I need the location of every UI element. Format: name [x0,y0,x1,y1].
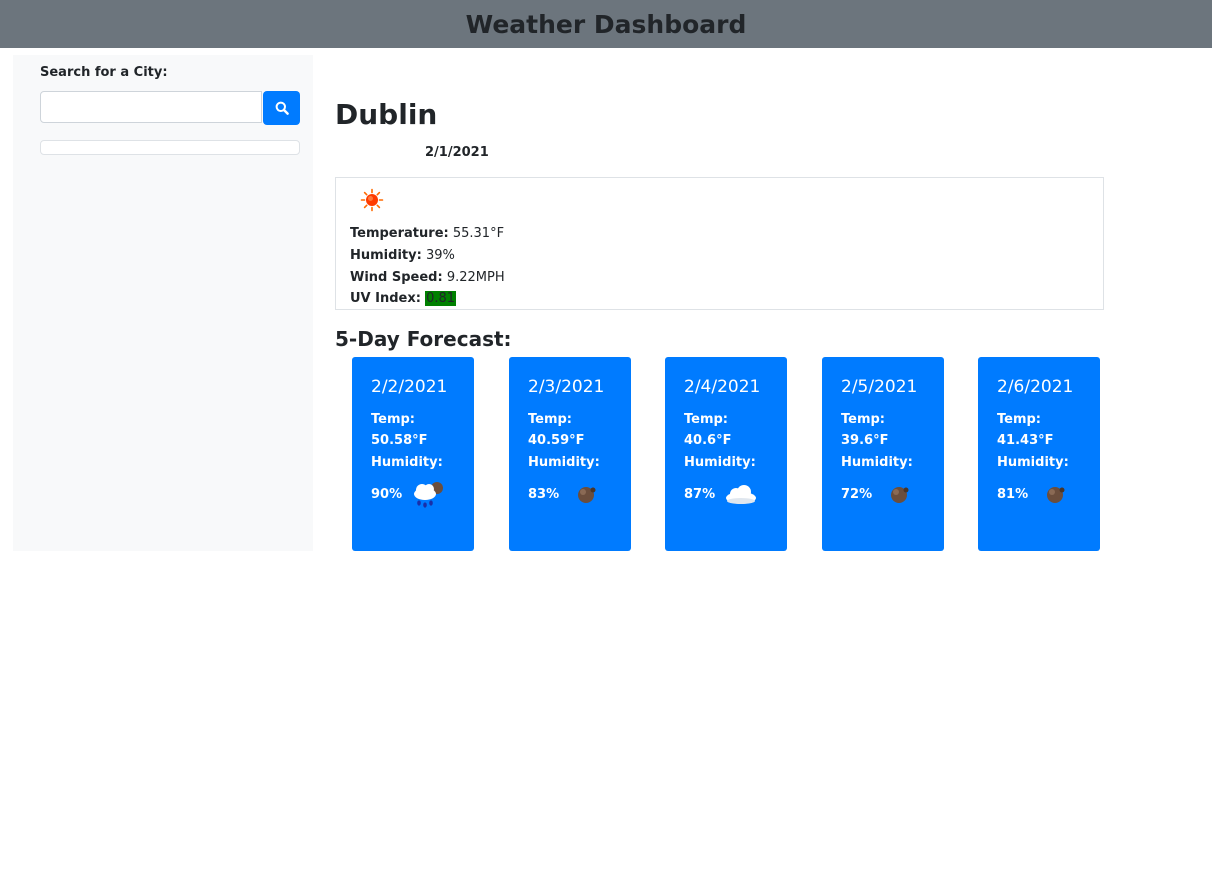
forecast-humidity-label: Humidity: [997,455,1069,470]
search-button[interactable] [263,91,300,125]
wind-value: 9.22MPH [446,270,505,285]
moon-icon [578,487,596,503]
uv-line: UV Index: 0.81 [350,291,457,306]
forecast-card-5: 2/6/2021 Temp: 41.43°F Humidity: 81% [978,357,1100,551]
temperature-line: Temperature: 55.31°F [350,226,504,241]
forecast-temp: 50.58°F [371,433,428,448]
forecast-humidity-label: Humidity: [841,455,913,470]
forecast-card-4: 2/5/2021 Temp: 39.6°F Humidity: 72% [822,357,944,551]
forecast-date: 2/2/2021 [371,377,448,397]
current-weather-panel: Temperature: 55.31°F Humidity: 39% Wind … [335,177,1104,310]
sun-icon [360,188,384,212]
moon-icon [891,487,909,503]
humidity-line: Humidity: 39% [350,248,455,263]
app-header: Weather Dashboard [0,0,1212,48]
forecast-card-3: 2/4/2021 Temp: 40.6°F Humidity: 87% [665,357,787,551]
forecast-temp-label: Temp: [684,412,729,427]
search-icon [275,101,289,115]
forecast-date: 2/6/2021 [997,377,1074,397]
forecast-humidity-label: Humidity: [371,455,443,470]
search-input[interactable] [40,91,262,123]
forecast-card-2: 2/3/2021 Temp: 40.59°F Humidity: 83% [509,357,631,551]
forecast-date: 2/5/2021 [841,377,918,397]
forecast-temp-label: Temp: [528,412,573,427]
forecast-humidity-label: Humidity: [528,455,600,470]
forecast-temp: 41.43°F [997,433,1054,448]
wind-line: Wind Speed: 9.22MPH [350,270,505,285]
moon-icon [1047,487,1065,503]
uv-badge: 0.81 [425,291,457,306]
forecast-title: 5-Day Forecast: [335,327,512,351]
forecast-temp-label: Temp: [997,412,1042,427]
city-name: Dublin [335,98,438,131]
forecast-date: 2/3/2021 [528,377,605,397]
forecast-humidity: 90% [371,487,403,502]
forecast-humidity: 72% [841,487,873,502]
forecast-humidity-label: Humidity: [684,455,756,470]
forecast-temp-label: Temp: [371,412,416,427]
forecast-date: 2/4/2021 [684,377,761,397]
forecast-temp: 39.6°F [841,433,889,448]
cloud-icon [726,485,756,504]
humidity-label: Humidity: [350,248,422,263]
humidity-value: 39% [425,248,455,263]
search-history-list [40,140,300,155]
forecast-temp-label: Temp: [841,412,886,427]
page-title: Weather Dashboard [465,9,747,39]
uv-label: UV Index: [350,291,421,306]
forecast-temp: 40.6°F [684,433,732,448]
wind-label: Wind Speed: [350,270,443,285]
search-sidebar: Search for a City: [13,55,313,551]
rain-cloud-icon [414,482,443,508]
forecast-card-1: 2/2/2021 Temp: 50.58°F Humidity: 90% [352,357,474,551]
forecast-temp: 40.59°F [528,433,585,448]
search-label: Search for a City: [40,65,168,80]
forecast-humidity: 87% [684,487,716,502]
current-date: 2/1/2021 [425,145,489,160]
temperature-value: 55.31°F [452,226,505,241]
forecast-humidity: 83% [528,487,560,502]
temperature-label: Temperature: [350,226,449,241]
forecast-humidity: 81% [997,487,1029,502]
